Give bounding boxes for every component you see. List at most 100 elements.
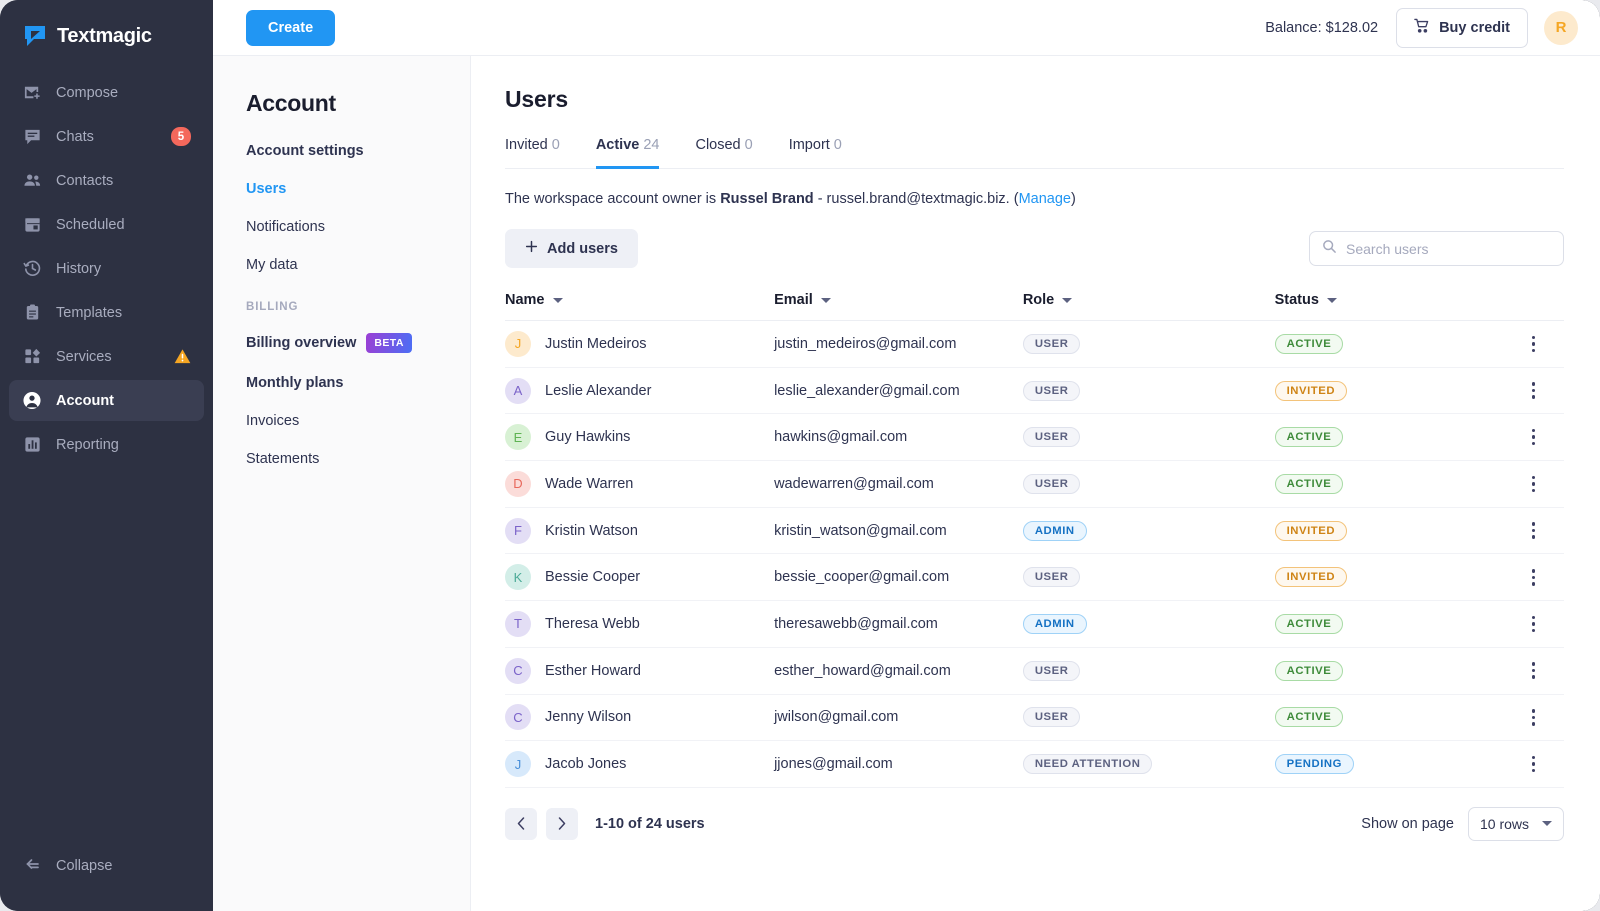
sidebar-item-chats[interactable]: Chats 5	[9, 116, 204, 157]
avatar: K	[505, 564, 531, 591]
chevron-right-icon	[558, 817, 566, 831]
cell-email: theresawebb@gmail.com	[774, 600, 1023, 648]
tab-active[interactable]: Active 24	[595, 137, 660, 169]
cell-role: USER	[1022, 553, 1275, 602]
pagination-next-button[interactable]	[546, 807, 578, 840]
cell-role: ADMIN	[1022, 600, 1275, 648]
table-row[interactable]: C Jenny Wilson jwilson@gmail.com USER ACTIVE	[505, 694, 1564, 742]
pagination-prev-button[interactable]	[505, 807, 537, 840]
row-menu-icon[interactable]	[1503, 522, 1564, 539]
account-link-monthly-plans[interactable]: Monthly plans	[246, 375, 470, 391]
manage-owner-link[interactable]: Manage	[1019, 191, 1071, 207]
search-users-box[interactable]	[1309, 231, 1564, 266]
table-row[interactable]: K Bessie Cooper bessie_cooper@gmail.com USE…	[505, 553, 1564, 602]
account-link-billing-overview[interactable]: Billing overview BETA	[246, 333, 470, 353]
cell-name: E Guy Hawkins	[505, 413, 775, 462]
column-header-status[interactable]: Status	[1274, 292, 1504, 321]
column-header-label: Status	[1274, 292, 1319, 308]
owner-notice-suffix: )	[1070, 191, 1076, 207]
row-menu-icon[interactable]	[1503, 709, 1564, 726]
sidebar-item-account[interactable]: Account	[9, 380, 204, 421]
table-row[interactable]: T Theresa Webb theresawebb@gmail.com ADMIN A…	[505, 600, 1564, 648]
sidebar-item-contacts[interactable]: Contacts	[9, 160, 204, 201]
cell-status: ACTIVE	[1274, 320, 1504, 368]
row-menu-icon[interactable]	[1503, 428, 1564, 446]
tab-import[interactable]: Import 0	[789, 137, 842, 169]
column-header-label: Role	[1022, 292, 1055, 308]
cell-actions	[1503, 694, 1564, 742]
account-panel: Account Account settings Users Notificat…	[213, 56, 471, 911]
search-input[interactable]	[1346, 240, 1551, 257]
tab-invited[interactable]: Invited 0	[505, 137, 560, 169]
row-menu-icon[interactable]	[1503, 382, 1564, 399]
column-header-name[interactable]: Name	[505, 292, 775, 321]
status-badge: INVITED	[1274, 380, 1348, 401]
user-name: Kristin Watson	[545, 522, 638, 539]
user-name: Wade Warren	[545, 475, 634, 492]
add-users-button[interactable]: Add users	[505, 229, 638, 268]
account-link-account-settings[interactable]: Account settings	[246, 143, 470, 159]
avatar: D	[505, 470, 531, 497]
cell-actions	[1503, 460, 1564, 508]
account-link-notifications[interactable]: Notifications	[246, 219, 470, 235]
table-row[interactable]: E Guy Hawkins hawkins@gmail.com USER ACTIVE	[505, 413, 1564, 462]
create-button[interactable]: Create	[246, 9, 336, 46]
sidebar-item-history[interactable]: History	[9, 248, 204, 289]
pagination: 1-10 of 24 users Show on page 10 rows	[505, 806, 1564, 841]
cell-name: D Wade Warren	[505, 460, 775, 508]
table-row[interactable]: C Esther Howard esther_howard@gmail.com USE…	[505, 647, 1564, 695]
table-row[interactable]: A Leslie Alexander leslie_alexander@gmail.…	[505, 367, 1564, 415]
tab-closed[interactable]: Closed 0	[695, 137, 752, 169]
buy-credit-button[interactable]: Buy credit	[1396, 7, 1528, 48]
sidebar-item-compose[interactable]: Compose	[9, 72, 204, 113]
user-name: Guy Hawkins	[545, 429, 631, 446]
rows-per-page-select[interactable]: 10 rows	[1468, 806, 1564, 841]
cell-actions	[1503, 740, 1564, 788]
cell-actions	[1503, 600, 1564, 648]
row-menu-icon[interactable]	[1503, 662, 1564, 679]
column-header-role[interactable]: Role	[1022, 292, 1275, 321]
row-menu-icon[interactable]	[1503, 475, 1564, 493]
sidebar-item-services[interactable]: Services	[9, 336, 204, 377]
sidebar-item-templates[interactable]: Templates	[9, 292, 204, 333]
cell-email: kristin_watson@gmail.com	[774, 507, 1023, 555]
avatar: A	[505, 377, 531, 404]
cell-actions	[1503, 413, 1564, 462]
user-name: Theresa Webb	[545, 615, 640, 632]
sidebar-item-reporting[interactable]: Reporting	[9, 424, 204, 465]
column-header-email[interactable]: Email	[774, 292, 1023, 321]
tab-label: Closed	[695, 137, 741, 153]
compose-mail-icon	[22, 83, 42, 103]
column-header-actions	[1503, 292, 1564, 321]
row-menu-icon[interactable]	[1503, 335, 1564, 353]
calendar-icon	[22, 215, 42, 235]
topbar: Create Balance: $128.02 Buy credit R	[213, 0, 1600, 56]
sidebar-nav: Compose Chats 5 Contacts Scheduled Histo…	[0, 72, 213, 465]
cell-name: C Jenny Wilson	[505, 694, 775, 742]
row-menu-icon[interactable]	[1503, 569, 1564, 586]
avatar: J	[505, 330, 531, 357]
table-row[interactable]: J Justin Medeiros justin_medeiros@gmail.co…	[505, 320, 1564, 368]
cell-role: USER	[1022, 647, 1275, 695]
avatar: E	[505, 424, 531, 451]
clock-history-icon	[22, 259, 42, 279]
account-link-statements[interactable]: Statements	[246, 451, 470, 467]
account-link-users[interactable]: Users	[246, 181, 470, 197]
sidebar-item-label: History	[56, 260, 102, 277]
sidebar-collapse-button[interactable]: Collapse	[9, 849, 204, 883]
tab-label: Import	[788, 137, 830, 153]
row-menu-icon[interactable]	[1503, 615, 1564, 633]
sidebar-item-scheduled[interactable]: Scheduled	[9, 204, 204, 245]
row-menu-icon[interactable]	[1503, 755, 1564, 773]
cell-role: USER	[1022, 320, 1275, 368]
users-table: Name Email Role Status J Justin Medeiros…	[505, 292, 1564, 788]
contacts-people-icon	[22, 171, 42, 191]
table-row[interactable]: D Wade Warren wadewarren@gmail.com USER ACTI…	[505, 460, 1564, 508]
account-link-invoices[interactable]: Invoices	[246, 413, 470, 429]
user-avatar[interactable]: R	[1544, 10, 1578, 45]
balance-label: Balance: $128.02	[1265, 19, 1379, 36]
table-row[interactable]: J Jacob Jones jjones@gmail.com NEED ATTENTI…	[505, 740, 1564, 788]
cell-role: NEED ATTENTION	[1022, 740, 1275, 788]
account-link-my-data[interactable]: My data	[246, 257, 470, 273]
table-row[interactable]: F Kristin Watson kristin_watson@gmail.com A…	[505, 507, 1564, 555]
